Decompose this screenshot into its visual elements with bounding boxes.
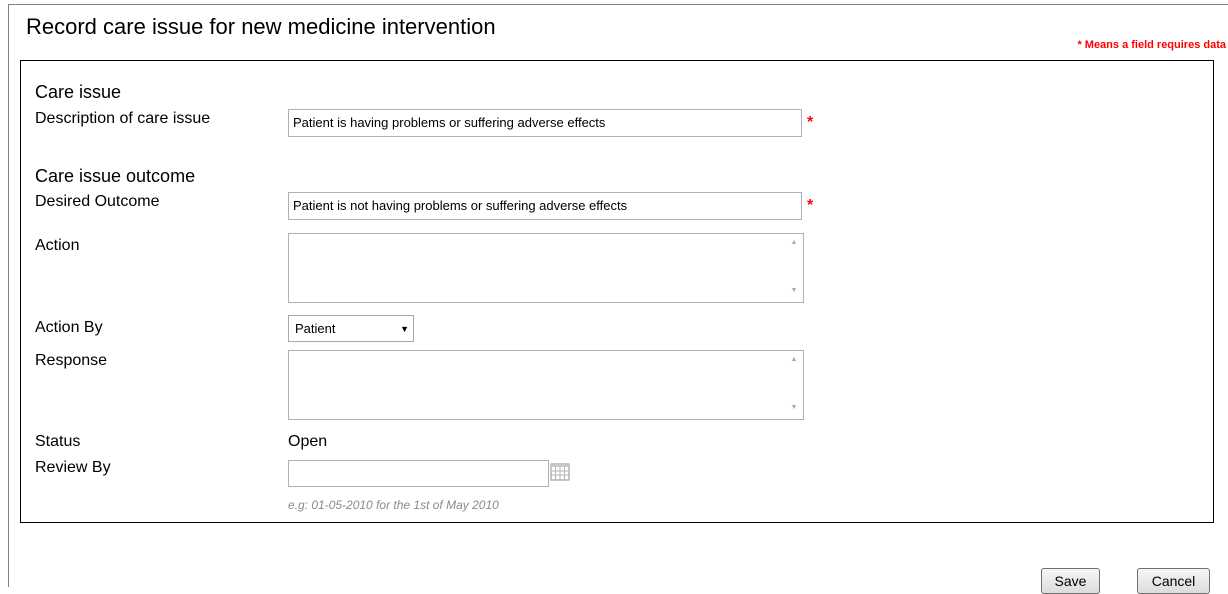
review-by-date-field[interactable] [288,460,549,487]
care-issue-heading: Care issue [35,82,122,102]
cancel-button[interactable]: Cancel [1137,568,1210,594]
chevron-down-icon[interactable]: ▼ [400,316,409,342]
desired-outcome-required-marker: * [807,197,814,214]
description-required-marker: * [807,114,814,131]
action-by-selected-value: Patient [295,321,336,336]
status-value: Open [288,433,328,450]
action-by-select[interactable]: Patient ▼ [288,315,414,342]
save-button[interactable]: Save [1041,568,1100,594]
action-label: Action [35,237,80,254]
scroll-down-icon[interactable]: ▼ [786,402,802,414]
scroll-up-icon[interactable]: ▲ [786,354,802,366]
desired-outcome-field[interactable]: Patient is not having problems or suffer… [288,192,802,220]
description-field[interactable]: Patient is having problems or suffering … [288,109,802,137]
action-textarea[interactable] [288,233,804,303]
review-by-hint: e.g: 01-05-2010 for the 1st of May 2010 [288,498,499,512]
response-textarea[interactable] [288,350,804,420]
scroll-up-icon[interactable]: ▲ [786,237,802,249]
required-fields-note: * Means a field requires data [1077,39,1226,51]
scroll-down-icon[interactable]: ▼ [786,285,802,297]
response-label: Response [35,352,108,369]
page-title: Record care issue for new medicine inter… [26,14,496,39]
description-label: Description of care issue [35,110,211,127]
action-by-label: Action By [35,319,103,336]
outcome-heading: Care issue outcome [35,166,196,186]
status-label: Status [35,433,81,450]
calendar-icon[interactable] [550,463,570,481]
review-by-label: Review By [35,459,111,476]
desired-outcome-label: Desired Outcome [35,193,160,210]
